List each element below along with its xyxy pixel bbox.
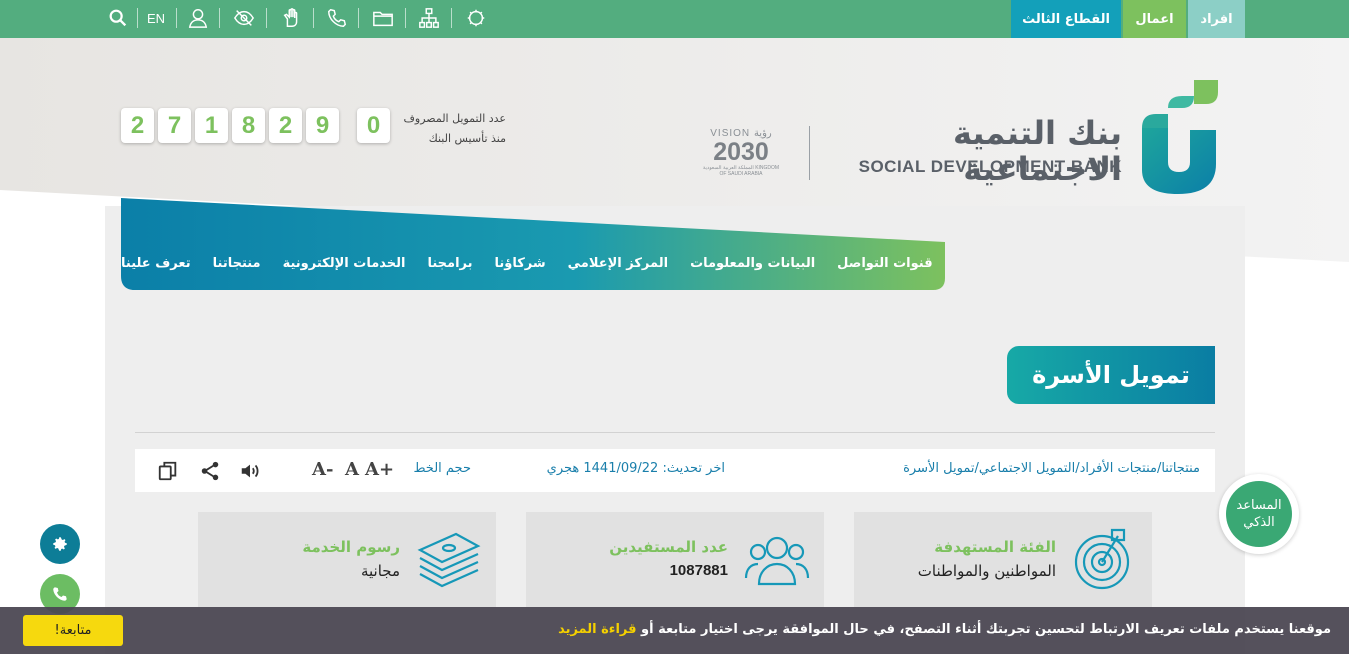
page-title: تمويل الأسرة: [1007, 346, 1215, 404]
folder-icon[interactable]: [369, 5, 397, 31]
speaker-icon[interactable]: [239, 460, 261, 482]
card-title: رسوم الخدمة: [302, 538, 400, 556]
counter-label-line1: عدد التمويل المصروف: [403, 112, 506, 125]
cookie-banner: موقعنا يستخدم ملفات تعريف الارتباط لتحسي…: [0, 607, 1349, 654]
settings-button[interactable]: [40, 524, 80, 564]
counter-digit: 8: [232, 108, 265, 143]
card-value: مجانية: [360, 562, 400, 580]
assistant-label-line1: المساعد: [1236, 498, 1282, 513]
nav-item-contact-channels[interactable]: قنوات التواصل: [837, 256, 932, 278]
vision-2030-logo: VISION رؤية 2030 المملكة العربية السعودي…: [700, 128, 782, 180]
copy-icon[interactable]: [157, 460, 179, 482]
card-value: 1087881: [669, 562, 728, 579]
counter-digit: 9: [306, 108, 339, 143]
main-navigation: تعرف علينا منتجاتنا الخدمات الإلكترونية …: [121, 198, 945, 290]
font-decrease-button[interactable]: A-: [312, 459, 333, 480]
assistant-label-line2: الذكي: [1243, 515, 1275, 530]
tab-business[interactable]: اعمال: [1123, 0, 1186, 38]
logo-divider: [809, 126, 810, 180]
counter-digit: 2: [121, 108, 154, 143]
nav-item-products[interactable]: منتجاتنا: [213, 256, 261, 278]
top-bar: EN القطاع الثالث اعمال افراد: [0, 0, 1349, 38]
font-size-label: حجم الخط: [413, 461, 471, 476]
counter-digit: 2: [269, 108, 302, 143]
cookie-text: موقعنا يستخدم ملفات تعريف الارتباط لتحسي…: [641, 622, 1331, 637]
read-more-link[interactable]: قراءة المزيد: [558, 622, 636, 637]
nav-item-programs[interactable]: برامجنا: [427, 256, 472, 278]
breadcrumb[interactable]: منتجاتنا/منتجات الأفراد/التمويل الاجتماع…: [903, 461, 1200, 476]
phone-icon: [53, 587, 67, 601]
vision-year: 2030: [713, 138, 769, 166]
sitemap-icon[interactable]: [415, 5, 443, 31]
logo-english-text: SOCIAL DEVELOPMENT BANK: [858, 157, 1122, 176]
nav-item-partners[interactable]: شركاؤنا: [495, 256, 546, 278]
smart-assistant-button[interactable]: المساعد الذكي: [1219, 474, 1299, 554]
card-title: الفئة المستهدفة: [934, 538, 1056, 556]
national-emblem-icon: [462, 5, 490, 31]
users-group-icon: [744, 526, 810, 592]
last-updated: اخر تحديث: 1441/09/22 هجري: [546, 461, 725, 476]
phone-icon[interactable]: [323, 5, 351, 31]
share-icon[interactable]: [199, 460, 221, 482]
divider: [135, 432, 1215, 433]
language-switch[interactable]: EN: [142, 5, 170, 31]
money-stack-icon: [416, 526, 482, 592]
gear-icon: [53, 537, 67, 551]
sign-language-icon[interactable]: [278, 5, 306, 31]
beneficiaries-card: عدد المستفيدين 1087881: [526, 512, 824, 607]
nav-item-media-center[interactable]: المركز الإعلامي: [568, 256, 668, 278]
nav-item-e-services[interactable]: الخدمات الإلكترونية: [283, 256, 406, 278]
service-fees-card: رسوم الخدمة مجانية: [198, 512, 496, 607]
nav-item-data[interactable]: البيانات والمعلومات: [690, 256, 815, 278]
search-icon[interactable]: [104, 5, 132, 31]
bank-logo-icon[interactable]: [1138, 78, 1222, 196]
tab-individuals[interactable]: افراد: [1188, 0, 1245, 38]
target-group-card: الفئة المستهدفة المواطنين والمواطنات: [854, 512, 1152, 607]
cookie-continue-button[interactable]: متابعة!: [23, 615, 123, 646]
funding-counter-label: عدد التمويل المصروف منذ تأسيس البنك: [380, 109, 506, 149]
tab-third-sector[interactable]: القطاع الثالث: [1011, 0, 1121, 38]
card-title: عدد المستفيدين: [609, 538, 728, 556]
counter-digit: 7: [158, 108, 191, 143]
user-icon[interactable]: [184, 5, 212, 31]
cookie-message: موقعنا يستخدم ملفات تعريف الارتباط لتحسي…: [558, 622, 1331, 637]
target-icon: [1072, 526, 1138, 592]
font-normal-button[interactable]: A: [345, 459, 359, 480]
counter-label-line2: منذ تأسيس البنك: [428, 132, 506, 145]
counter-digit: 1: [195, 108, 228, 143]
page-info-bar: منتجاتنا/منتجات الأفراد/التمويل الاجتماع…: [135, 449, 1215, 492]
card-value: المواطنين والمواطنات: [917, 562, 1056, 580]
font-increase-button[interactable]: A+: [365, 459, 394, 480]
nav-item-about[interactable]: تعرف علينا: [121, 256, 191, 278]
funding-counter: 2 7 1 8 2 9 0: [121, 108, 390, 143]
counter-digit: 0: [357, 108, 390, 143]
eye-slash-icon[interactable]: [230, 5, 258, 31]
vision-subtext: المملكة العربية السعودية KINGDOM OF SAUD…: [702, 165, 780, 177]
